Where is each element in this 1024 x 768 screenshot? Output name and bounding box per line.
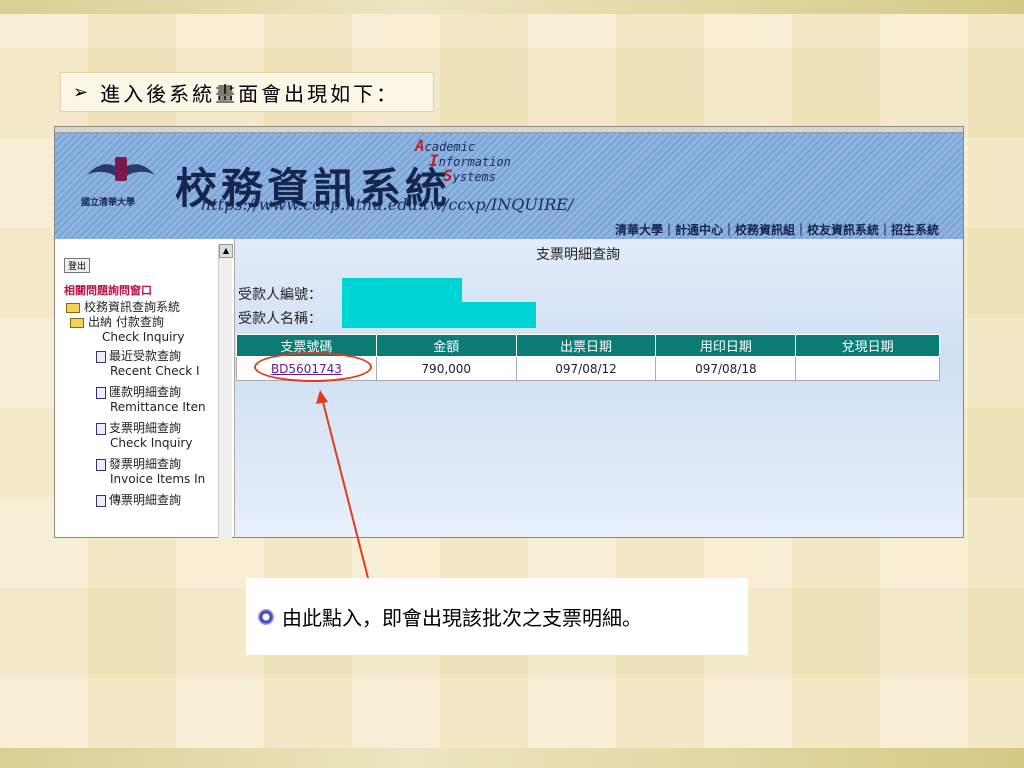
tree-item-cashier[interactable]: 出納 付款查詢 (66, 315, 206, 330)
ais-letter-s: S (443, 166, 453, 185)
seal-date-cell: 097/08/18 (655, 356, 797, 381)
document-icon (96, 458, 106, 471)
folder-open-icon (70, 317, 84, 328)
note-text: 由此點入，即會出現該批次之支票明細。 (282, 606, 642, 630)
col-issue-date: 出票日期 (515, 334, 657, 357)
system-banner: 國立清華大學 校務資訊系統 https://www.ccxp.nthu.edu.… (55, 133, 963, 239)
amount-cell: 790,000 (375, 356, 517, 381)
tree-item-label: 最近受款查詢 (109, 349, 182, 363)
page-title: 支票明細查詢 (536, 247, 620, 263)
problem-contact-link[interactable]: 相關問題詢問窗口 (64, 282, 152, 298)
document-icon (96, 494, 106, 507)
tree-item-en: Invoice Items In (110, 472, 206, 486)
tree-item-recent[interactable]: 最近受款查詢 (66, 349, 206, 364)
payee-name-label: 受款人名稱： (238, 311, 322, 327)
spiral-bullet-icon (258, 608, 274, 625)
scroll-up-icon[interactable]: ▲ (219, 244, 233, 258)
col-seal-date: 用印日期 (655, 334, 797, 357)
col-cash-date: 兌現日期 (795, 334, 940, 357)
tree-item-remittance[interactable]: 匯款明細查詢 (66, 385, 206, 400)
cash-date-cell (795, 356, 940, 381)
col-amount: 金額 (375, 334, 517, 357)
sidebar-tree: 校務資訊查詢系統 出納 付款查詢 Check Inquiry 最近受款查詢 Re… (66, 300, 206, 508)
document-icon (96, 350, 106, 363)
document-icon (96, 386, 106, 399)
payee-name-redaction (342, 302, 536, 328)
top-decor-band (0, 0, 1024, 14)
highlight-oval (254, 352, 372, 382)
tree-item-label: 傳票明細查詢 (109, 493, 182, 507)
issue-date-cell: 097/08/12 (515, 356, 657, 381)
tree-item-invoice[interactable]: 發票明細查詢 (66, 457, 206, 472)
tree-item-label: 匯款明細查詢 (109, 385, 182, 399)
payee-id-label: 受款人編號： (238, 287, 322, 303)
tree-item-label: 支票明細查詢 (109, 421, 182, 435)
tree-item-en: Check Inquiry (102, 330, 185, 344)
note-box: 由此點入，即會出現該批次之支票明細。 (246, 578, 748, 655)
payee-id-redaction (342, 278, 462, 302)
university-emblem-icon (87, 157, 155, 181)
ais-letter-a: A (415, 136, 425, 155)
sidebar-scrollbar[interactable]: ▲ (218, 244, 233, 538)
arrow-bullet-icon: ➢ (73, 81, 89, 103)
tree-root-label: 校務資訊查詢系統 (84, 300, 181, 314)
ais-line-s: ystems (452, 170, 496, 184)
tree-item-en: Check Inquiry (110, 436, 193, 450)
tree-item-voucher[interactable]: 傳票明細查詢 (66, 493, 206, 508)
tree-item-en: Recent Check I (110, 364, 200, 378)
slide-title-box: ➢ 進入後系統畫面會出現如下： (60, 72, 434, 112)
slide-title: 進入後系統畫面會出現如下： (100, 81, 400, 106)
tree-item-check[interactable]: 支票明細查詢 (66, 421, 206, 436)
tree-root[interactable]: 校務資訊查詢系統 (66, 300, 206, 315)
ais-letter-i: I (429, 151, 439, 170)
tree-item-en: Remittance Iten (110, 400, 206, 414)
header-links[interactable]: 清華大學｜計通中心｜校務資訊組｜校友資訊系統｜招生系統 (615, 221, 939, 238)
folder-icon (66, 302, 80, 313)
ais-wordmark: Academic Information Systems (415, 136, 511, 185)
tree-item-label: 出納 付款查詢 (88, 315, 164, 329)
document-icon (96, 422, 106, 435)
tree-item-label: 發票明細查詢 (109, 457, 182, 471)
system-url: https://www.ccxp.nthu.edu.tw/ccxp/INQUIR… (201, 195, 574, 214)
school-name: 國立清華大學 (81, 198, 136, 208)
bottom-decor-band (0, 748, 1024, 768)
logout-button[interactable]: 登出 (64, 258, 91, 273)
